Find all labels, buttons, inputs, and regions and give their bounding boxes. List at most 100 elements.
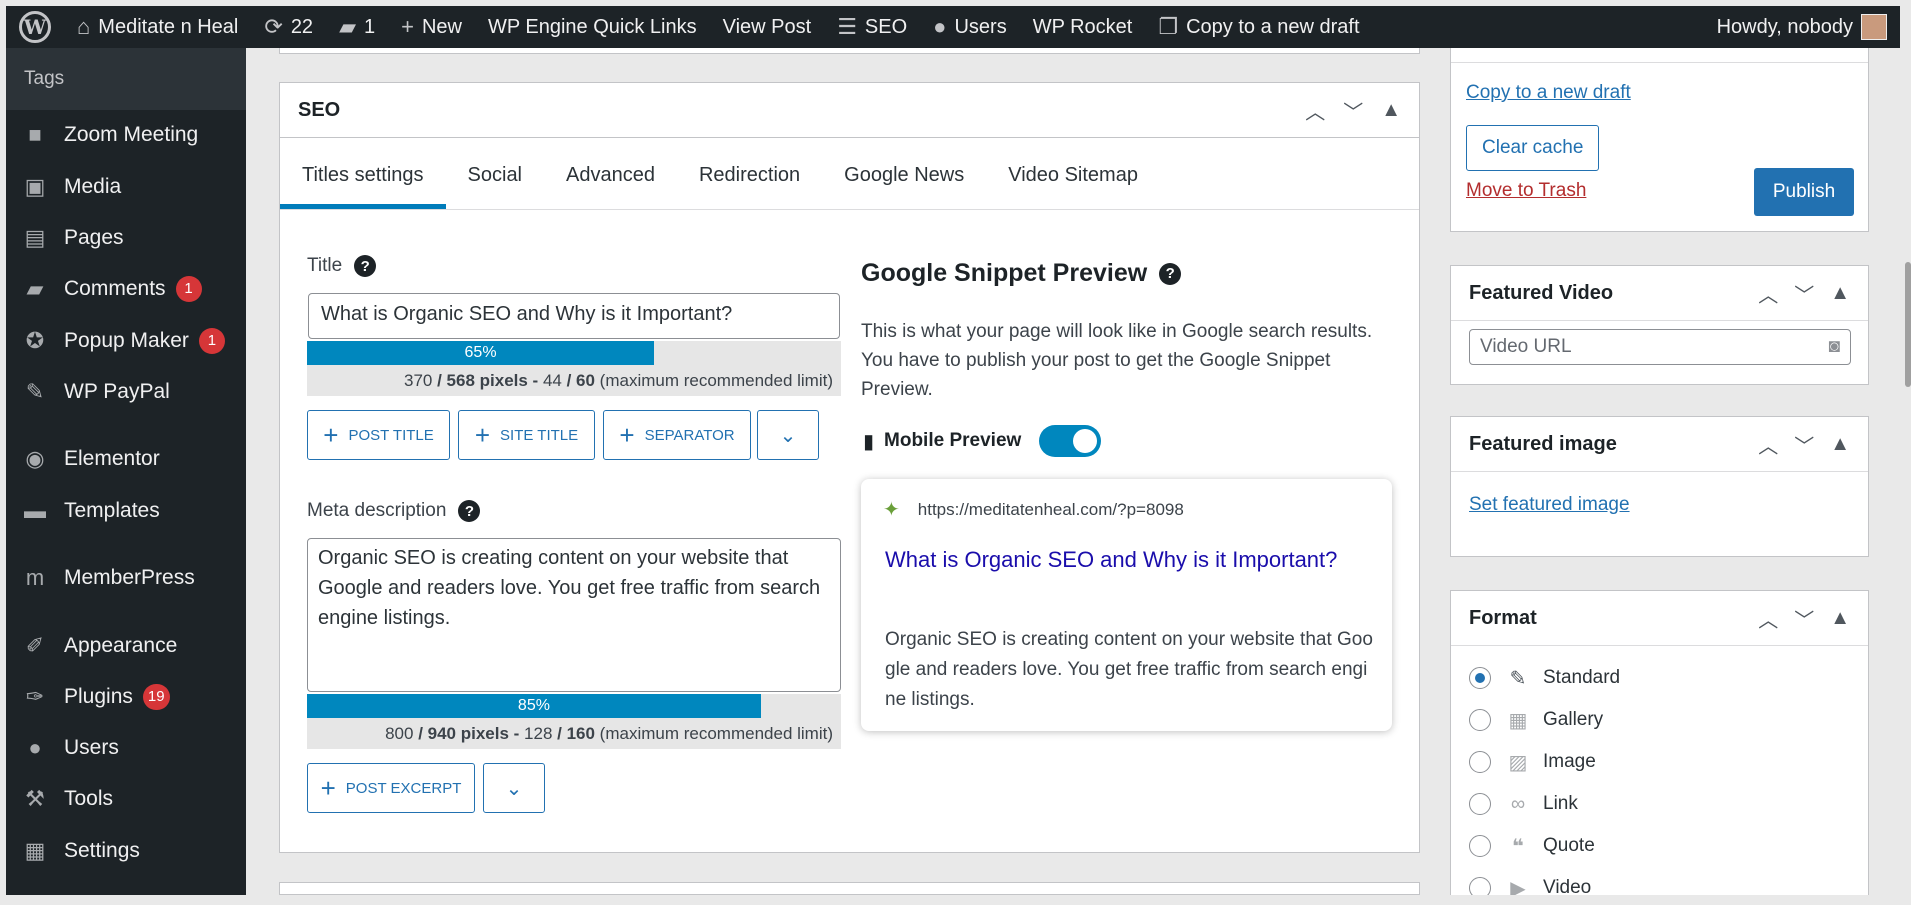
seo-menu[interactable]: ☰ SEO xyxy=(824,6,920,48)
post-excerpt-label: POST EXCERPT xyxy=(345,779,462,797)
wpengine-label: WP Engine Quick Links xyxy=(487,15,697,38)
sidebar-item-label: Tools xyxy=(64,787,114,810)
radio-quote[interactable] xyxy=(1469,835,1491,857)
tab-video-sitemap[interactable]: Video Sitemap xyxy=(986,164,1160,209)
updates-menu[interactable]: ⟳ 22 xyxy=(251,6,326,48)
view-post-link[interactable]: View Post xyxy=(710,6,825,48)
tab-titles-settings[interactable]: Titles settings xyxy=(280,164,446,209)
format-option-image[interactable]: ▨ Image xyxy=(1469,741,1620,783)
comments-menu[interactable]: ▰ 1 xyxy=(326,6,388,48)
radio-standard[interactable] xyxy=(1469,667,1491,689)
post-title-button[interactable]: + POST TITLE xyxy=(307,410,450,460)
sidebar-item-label: Media xyxy=(64,175,122,198)
wprocket-menu[interactable]: WP Rocket xyxy=(1020,6,1146,48)
format-option-video[interactable]: ▶ Video xyxy=(1469,867,1620,895)
plus-icon: + xyxy=(619,420,635,450)
mobile-preview-toggle[interactable] xyxy=(1039,425,1102,457)
collapse-icon[interactable]: ▲ xyxy=(1830,607,1850,630)
radio-image[interactable] xyxy=(1469,751,1491,773)
account-menu[interactable]: Howdy, nobody xyxy=(1704,6,1900,48)
collapse-icon[interactable]: ▲ xyxy=(1381,99,1401,122)
title-meter-text: 370 / 568 pixels - 44 / 60 (maximum reco… xyxy=(307,365,841,391)
sidebar-item-tags[interactable]: Tags xyxy=(6,48,246,110)
sidebar-item-label: Appearance xyxy=(64,634,178,657)
users-menu[interactable]: ● Users xyxy=(920,6,1020,48)
sidebar-item-wp-paypal[interactable]: ✎ WP PayPal xyxy=(6,370,246,414)
publish-button[interactable]: Publish xyxy=(1754,168,1854,216)
snippet-preview-title: Google Snippet Preview? xyxy=(861,259,1182,288)
sidebar-item-label: Plugins xyxy=(64,685,133,708)
more-excerpt-button[interactable]: ⌄ xyxy=(483,763,545,813)
sidebar-item-tools[interactable]: ⚒ Tools xyxy=(6,777,246,821)
format-option-gallery[interactable]: ▦ Gallery xyxy=(1469,699,1620,741)
featured-video-panel: Featured Video ︿ ﹀ ▲ Video URL ◙ xyxy=(1450,265,1869,385)
clear-cache-button[interactable]: Clear cache xyxy=(1466,125,1600,171)
sidebar-item-settings[interactable]: ▦ Settings xyxy=(6,829,246,873)
preview-title[interactable]: What is Organic SEO and Why is it Import… xyxy=(885,545,1375,575)
popup-badge: 1 xyxy=(198,328,225,354)
move-down-icon[interactable]: ﹀ xyxy=(1794,430,1814,459)
sidebar-item-users[interactable]: ● Users xyxy=(6,726,246,770)
sidebar-item-zoom-meeting[interactable]: ■ Zoom Meeting xyxy=(6,113,246,157)
chevron-down-icon: ⌄ xyxy=(779,424,797,447)
site-name-menu[interactable]: ⌂ Meditate n Heal xyxy=(64,6,251,48)
move-to-trash-link[interactable]: Move to Trash xyxy=(1466,180,1586,202)
site-title-button[interactable]: + SITE TITLE xyxy=(458,410,595,460)
tab-social[interactable]: Social xyxy=(446,164,544,209)
move-down-icon[interactable]: ﹀ xyxy=(1794,279,1814,308)
radio-link[interactable] xyxy=(1469,793,1491,815)
sidebar-item-memberpress[interactable]: m MemberPress xyxy=(6,556,246,600)
move-up-icon[interactable]: ︿ xyxy=(1305,96,1325,125)
tab-advanced[interactable]: Advanced xyxy=(544,164,677,209)
format-option-quote[interactable]: ❝ Quote xyxy=(1469,825,1620,867)
radio-video[interactable] xyxy=(1469,877,1491,895)
help-icon[interactable]: ? xyxy=(1159,262,1182,285)
post-excerpt-button[interactable]: + POST EXCERPT xyxy=(307,763,475,813)
format-option-standard[interactable]: ✎ Standard xyxy=(1469,657,1620,699)
help-icon[interactable]: ? xyxy=(354,255,377,277)
move-up-icon[interactable]: ︿ xyxy=(1758,430,1778,459)
admin-bar: W ⌂ Meditate n Heal ⟳ 22 ▰ 1 + New WP Engine… xyxy=(6,6,1900,48)
collapse-icon[interactable]: ▲ xyxy=(1830,433,1850,456)
move-down-icon[interactable]: ﹀ xyxy=(1794,604,1814,633)
sidebar-item-media[interactable]: ▣ Media xyxy=(6,165,246,209)
separator-button[interactable]: + SEPARATOR xyxy=(603,410,751,460)
format-label: Quote xyxy=(1543,835,1595,856)
site-title-label: SITE TITLE xyxy=(500,426,579,444)
meta-description-textarea[interactable]: Organic SEO is creating content on your … xyxy=(307,538,841,692)
seo-box-title: SEO xyxy=(298,98,341,121)
wp-logo-menu[interactable]: W xyxy=(6,6,64,48)
snippet-description: This is what your page will look like in… xyxy=(861,321,1373,400)
sidebar-item-popup-maker[interactable]: ✪ Popup Maker 1 xyxy=(6,319,246,363)
radio-gallery[interactable] xyxy=(1469,709,1491,731)
tab-redirection[interactable]: Redirection xyxy=(677,164,822,209)
set-featured-image-link[interactable]: Set featured image xyxy=(1469,494,1630,516)
camera-icon[interactable]: ◙ xyxy=(1829,336,1840,358)
sidebar-item-comments[interactable]: ▰ Comments 1 xyxy=(6,267,246,311)
sidebar-item-label: Popup Maker xyxy=(64,329,189,352)
title-input[interactable]: What is Organic SEO and Why is it Import… xyxy=(308,293,840,339)
admin-sidebar: Tags ■ Zoom Meeting ▣ Media ▤ Pages ▰ Commen… xyxy=(6,48,246,895)
sidebar-item-templates[interactable]: ▬ Templates xyxy=(6,489,246,533)
move-down-icon[interactable]: ﹀ xyxy=(1343,96,1363,125)
more-variables-button[interactable]: ⌄ xyxy=(757,410,819,460)
move-up-icon[interactable]: ︿ xyxy=(1758,279,1778,308)
video-url-input[interactable]: Video URL ◙ xyxy=(1469,329,1851,365)
format-option-link[interactable]: ∞ Link xyxy=(1469,783,1620,825)
sidebar-item-appearance[interactable]: ✐ Appearance xyxy=(6,624,246,668)
tab-google-news[interactable]: Google News xyxy=(822,164,986,209)
sidebar-item-pages[interactable]: ▤ Pages xyxy=(6,216,246,260)
comment-icon: ▰ xyxy=(339,14,356,39)
featured-image-title: Featured image xyxy=(1469,432,1617,455)
collapse-icon[interactable]: ▲ xyxy=(1830,282,1850,305)
sidebar-item-elementor[interactable]: ◉ Elementor xyxy=(6,437,246,481)
move-up-icon[interactable]: ︿ xyxy=(1758,604,1778,633)
copy-draft-link[interactable]: Copy to a new draft xyxy=(1466,82,1631,104)
sidebar-item-plugins[interactable]: ✑ Plugins 19 xyxy=(6,675,246,719)
copy-draft-menu[interactable]: ❐ Copy to a new draft xyxy=(1145,6,1372,48)
help-icon[interactable]: ? xyxy=(458,500,481,522)
wpengine-menu[interactable]: WP Engine Quick Links xyxy=(475,6,710,48)
new-content-menu[interactable]: + New xyxy=(388,6,475,48)
title-label-text: Title xyxy=(307,255,343,276)
page-scrollbar[interactable] xyxy=(1905,262,1911,387)
